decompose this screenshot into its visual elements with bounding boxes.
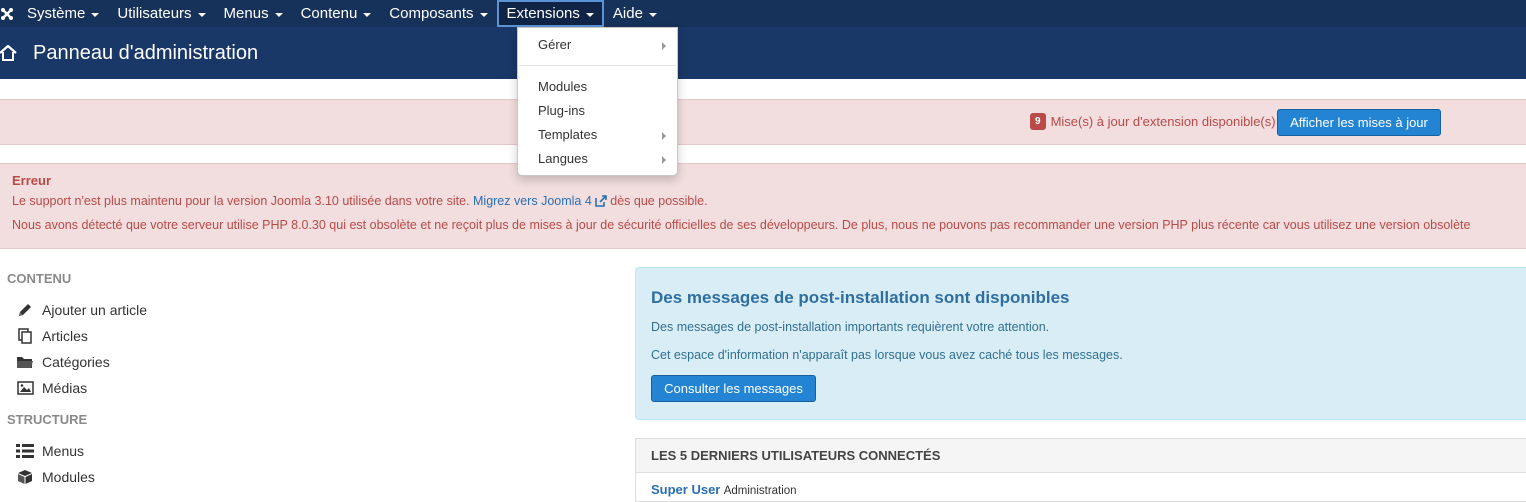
- sidebar-item-label: Articles: [42, 328, 88, 344]
- update-count-badge: 9: [1030, 113, 1046, 130]
- caret-down-icon: [274, 12, 283, 17]
- menu-item-langues[interactable]: Langues: [538, 151, 588, 166]
- sidebar-item-modules[interactable]: Modules: [15, 464, 300, 490]
- menu-item-plugins[interactable]: Plug-ins: [538, 103, 585, 118]
- caret-down-icon: [91, 12, 100, 17]
- home-icon: [0, 44, 17, 61]
- chevron-right-icon: [662, 156, 666, 164]
- copy-icon: [15, 328, 35, 344]
- error-support-message: Le support n'est plus maintenu pour la v…: [12, 194, 1514, 208]
- table-row: Super User Administration: [636, 473, 1526, 502]
- nav-extensions[interactable]: Extensions: [496, 0, 604, 27]
- sidebar-item-add-article[interactable]: Ajouter un article: [15, 297, 300, 323]
- update-text: Mise(s) à jour d'extension disponible(s): [1050, 114, 1276, 129]
- user-role: Administration: [723, 485, 797, 497]
- sidebar-item-label: Médias: [42, 380, 88, 396]
- post-install-title: Des messages de post-installation sont d…: [651, 288, 1070, 307]
- nav-composants-label: Composants: [389, 5, 474, 22]
- list-icon: [15, 443, 35, 459]
- sidebar-item-label: Modules: [42, 469, 95, 485]
- external-link-icon: [594, 195, 607, 207]
- cube-icon: [15, 469, 35, 485]
- menu-item-templates[interactable]: Templates: [538, 127, 597, 142]
- nav-utilisateurs-label: Utilisateurs: [117, 5, 192, 22]
- sidebar: CONTENU Ajouter un article Articles Caté…: [0, 262, 300, 490]
- error-title: Erreur: [12, 173, 52, 188]
- migrate-link-label: Migrez vers Joomla 4: [473, 194, 592, 208]
- post-install-text-1: Des messages de post-installation import…: [651, 320, 1050, 334]
- sidebar-section-structure-title: STRUCTURE: [7, 412, 88, 427]
- latest-users-title: LES 5 DERNIERS UTILISATEURS CONNECTÉS: [636, 439, 1526, 473]
- chevron-right-icon: [662, 132, 666, 140]
- sidebar-item-label: Catégories: [42, 354, 110, 370]
- sidebar-content-list: Ajouter un article Articles Catégories M…: [0, 297, 300, 401]
- sidebar-structure-list: Menus Modules: [0, 438, 300, 490]
- migrate-joomla4-link[interactable]: Migrez vers Joomla 4: [473, 194, 607, 208]
- menu-item-modules[interactable]: Modules: [538, 79, 587, 94]
- error-php-message: Nous avons détecté que votre serveur uti…: [12, 218, 1471, 232]
- caret-down-icon: [197, 12, 206, 17]
- update-info: 9 Mise(s) à jour d'extension disponible(…: [1030, 113, 1276, 130]
- nav-extensions-label: Extensions: [506, 5, 580, 22]
- top-navbar: Système Utilisateurs Menus Contenu Compo…: [0, 0, 1526, 27]
- joomla-logo-icon[interactable]: [0, 0, 18, 27]
- error-line1-after: dès que possible.: [610, 194, 708, 208]
- caret-down-icon: [585, 12, 594, 17]
- nav-utilisateurs[interactable]: Utilisateurs: [108, 0, 214, 27]
- extensions-dropdown-menu: Gérer Modules Plug-ins Templates Langues: [517, 27, 678, 176]
- update-notification-bar: 9 Mise(s) à jour d'extension disponible(…: [0, 99, 1526, 145]
- menu-item-gerer[interactable]: Gérer: [538, 37, 571, 52]
- sidebar-section-content-title: CONTENU: [7, 271, 72, 286]
- show-updates-button[interactable]: Afficher les mises à jour: [1277, 109, 1441, 136]
- nav-composants[interactable]: Composants: [380, 0, 496, 27]
- sidebar-item-label: Menus: [42, 443, 85, 459]
- chevron-right-icon: [662, 42, 666, 50]
- sidebar-item-menus[interactable]: Menus: [15, 438, 300, 464]
- latest-users-panel: LES 5 DERNIERS UTILISATEURS CONNECTÉS Su…: [635, 438, 1526, 502]
- folder-icon: [15, 354, 35, 370]
- nav-menus[interactable]: Menus: [215, 0, 292, 27]
- view-messages-button[interactable]: Consulter les messages: [651, 375, 816, 402]
- menu-divider: [519, 65, 676, 66]
- caret-down-icon: [479, 12, 488, 17]
- image-icon: [15, 380, 35, 396]
- nav-contenu[interactable]: Contenu: [292, 0, 381, 27]
- nav-contenu-label: Contenu: [300, 5, 358, 22]
- caret-down-icon: [648, 12, 657, 17]
- error-line1-text: Le support n'est plus maintenu pour la v…: [12, 194, 470, 208]
- sidebar-item-articles[interactable]: Articles: [15, 323, 300, 349]
- sidebar-item-medias[interactable]: Médias: [15, 375, 300, 401]
- post-install-text-2: Cet espace d'information n'apparaît pas …: [651, 348, 1123, 362]
- page-title: Panneau d'administration: [33, 41, 259, 64]
- nav-systeme[interactable]: Système: [18, 0, 108, 27]
- error-alert: Erreur Le support n'est plus maintenu po…: [0, 163, 1526, 249]
- post-install-messages-panel: Des messages de post-installation sont d…: [635, 267, 1526, 420]
- user-name-link[interactable]: Super User: [651, 482, 720, 497]
- page-header: Panneau d'administration: [0, 27, 1526, 79]
- caret-down-icon: [363, 12, 372, 17]
- pencil-icon: [15, 302, 35, 318]
- sidebar-item-categories[interactable]: Catégories: [15, 349, 300, 375]
- nav-aide-label: Aide: [612, 5, 643, 22]
- nav-menus-label: Menus: [223, 5, 269, 22]
- nav-systeme-label: Système: [27, 5, 86, 22]
- sidebar-item-label: Ajouter un article: [42, 302, 148, 318]
- nav-aide[interactable]: Aide: [604, 0, 666, 27]
